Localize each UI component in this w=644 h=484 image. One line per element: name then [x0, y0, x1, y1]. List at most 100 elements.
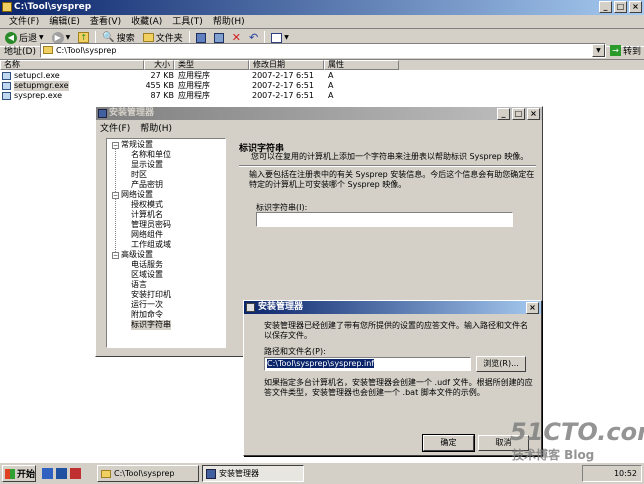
setup-manager-title: 安装管理器	[109, 108, 155, 118]
task-setup-manager[interactable]: 安装管理器	[202, 465, 304, 482]
address-input[interactable]: C:\Tool\sysprep ▼	[39, 42, 606, 58]
tree-item[interactable]: 授权模式	[131, 200, 163, 210]
tree-line	[115, 147, 116, 252]
tree-item[interactable]: 时区	[131, 170, 147, 180]
column-attr[interactable]: 属性	[324, 60, 399, 70]
go-label: 转到	[622, 46, 641, 57]
quicklaunch-ie-icon[interactable]	[56, 468, 67, 479]
tree-general[interactable]: 常规设置	[121, 140, 153, 150]
column-type[interactable]: 类型	[174, 60, 249, 70]
file-name: sysprep.exe	[14, 91, 62, 100]
minimize-button[interactable]: _	[497, 108, 510, 120]
setup-manager-menu: 文件(F) 帮助(H)	[100, 121, 172, 134]
menu-help[interactable]: 帮助(H)	[140, 121, 172, 134]
clock[interactable]: 10:52	[614, 469, 637, 478]
dialog-title: 安装管理器	[258, 302, 304, 312]
collapse-icon[interactable]: −	[112, 192, 119, 199]
explorer-title-bar[interactable]: C:\Tool\sysprep _ □ ×	[0, 0, 644, 15]
dialog-note: 如果指定多台计算机名，安装管理器会创建一个 .udf 文件。根据所创建的应答文件…	[264, 378, 533, 397]
tree-item[interactable]: 名称和单位	[131, 150, 171, 160]
setup-manager-title-bar[interactable]: 安装管理器 _ □ ×	[96, 107, 542, 120]
file-row[interactable]: setupcl.exe 27 KB 应用程序 2007-2-17 6:51 A	[0, 71, 400, 81]
menu-help[interactable]: 帮助(H)	[208, 15, 250, 29]
task-explorer[interactable]: C:\Tool\sysprep	[97, 465, 199, 482]
tree-item[interactable]: 显示设置	[131, 160, 163, 170]
menu-favorites[interactable]: 收藏(A)	[126, 15, 167, 29]
column-size[interactable]: 大小	[144, 60, 174, 70]
file-row[interactable]: sysprep.exe 87 KB 应用程序 2007-2-17 6:51 A	[0, 91, 400, 101]
tree-item[interactable]: 安装打印机	[131, 290, 171, 300]
ok-button[interactable]: 确定	[422, 434, 475, 452]
menu-file[interactable]: 文件(F)	[4, 15, 44, 29]
taskbar: 开始 C:\Tool\sysprep 安装管理器 10:52	[0, 462, 644, 484]
start-label: 开始	[17, 470, 36, 480]
tree-item-selected[interactable]: 标识字符串	[131, 320, 171, 330]
menu-view[interactable]: 查看(V)	[85, 15, 126, 29]
menu-tools[interactable]: 工具(T)	[167, 15, 208, 29]
quicklaunch-app-icon[interactable]	[70, 468, 81, 479]
chevron-down-icon: ▼	[284, 34, 289, 41]
watermark-top: 51CTO.com	[510, 418, 644, 446]
maximize-button[interactable]: □	[614, 1, 627, 13]
go-button[interactable]: → 转到	[609, 44, 641, 57]
folder-icon	[42, 46, 53, 54]
close-button[interactable]: ×	[527, 108, 540, 120]
quicklaunch-desktop-icon[interactable]	[42, 468, 53, 479]
tree-item[interactable]: 管理员密码	[131, 220, 171, 230]
list-header: 名称 大小 类型 修改日期 属性	[0, 60, 644, 70]
tree-item[interactable]: 工作组或域	[131, 240, 171, 250]
identification-input[interactable]	[256, 212, 513, 227]
menu-file[interactable]: 文件(F)	[100, 121, 130, 134]
browse-button[interactable]: 浏览(R)...	[476, 356, 526, 372]
file-type: 应用程序	[178, 81, 210, 90]
system-tray: 10:52	[582, 465, 642, 482]
path-value: C:\Tool\sysprep\sysprep.inf	[267, 359, 375, 368]
exe-icon	[2, 92, 11, 100]
file-row[interactable]: setupmgr.exe 455 KB 应用程序 2007-2-17 6:51 …	[0, 81, 400, 91]
tree-advanced[interactable]: 高级设置	[121, 250, 153, 260]
close-button[interactable]: ×	[526, 302, 539, 314]
dialog-title-bar[interactable]: 安装管理器 ×	[244, 301, 541, 314]
explorer-title: C:\Tool\sysprep	[14, 2, 92, 12]
collapse-icon[interactable]: −	[112, 142, 119, 149]
tree-network[interactable]: 网络设置	[121, 190, 153, 200]
explorer-menu-bar: 文件(F) 编辑(E) 查看(V) 收藏(A) 工具(T) 帮助(H)	[0, 15, 644, 29]
tree-item[interactable]: 附加命令	[131, 310, 163, 320]
setup-manager-icon	[206, 468, 216, 479]
chevron-down-icon: ▼	[65, 34, 71, 41]
file-size: 87 KB	[150, 91, 174, 100]
file-size: 455 KB	[145, 81, 174, 90]
go-arrow-icon: →	[609, 44, 621, 56]
file-date: 2007-2-17 6:51	[252, 81, 314, 90]
column-date[interactable]: 修改日期	[249, 60, 324, 70]
file-name: setupmgr.exe	[14, 81, 69, 91]
minimize-button[interactable]: _	[599, 1, 612, 13]
menu-edit[interactable]: 编辑(E)	[44, 15, 85, 29]
tree-item[interactable]: 计算机名	[131, 210, 163, 220]
tree-item[interactable]: 电话服务	[131, 260, 163, 270]
tree-item[interactable]: 运行一次	[131, 300, 163, 310]
path-input[interactable]: C:\Tool\sysprep\sysprep.inf	[264, 357, 471, 371]
close-button[interactable]: ×	[629, 1, 642, 13]
windows-logo-icon	[5, 468, 15, 479]
start-button[interactable]: 开始	[2, 465, 36, 482]
setup-manager-icon	[98, 109, 107, 118]
pane-body: 输入要包括在注册表中的有关 Sysprep 安装信息。今后这个信息会有助您确定在…	[249, 170, 535, 189]
task-setup-manager-label: 安装管理器	[219, 469, 259, 478]
file-date: 2007-2-17 6:51	[252, 91, 314, 100]
chevron-down-icon: ▼	[39, 34, 44, 41]
tree-item[interactable]: 区域设置	[131, 270, 163, 280]
maximize-button[interactable]: □	[512, 108, 525, 120]
address-label: 地址(D)	[4, 46, 36, 57]
tree-item[interactable]: 网络组件	[131, 230, 163, 240]
file-attr: A	[328, 81, 334, 90]
chevron-down-icon[interactable]: ▼	[591, 43, 605, 57]
address-bar: 地址(D) C:\Tool\sysprep ▼ → 转到	[0, 41, 644, 59]
collapse-icon[interactable]: −	[112, 252, 119, 259]
tree-item[interactable]: 产品密钥	[131, 180, 163, 190]
file-attr: A	[328, 71, 334, 80]
column-name[interactable]: 名称	[0, 60, 144, 70]
exe-icon	[2, 82, 11, 90]
tree-item[interactable]: 语言	[131, 280, 147, 290]
address-value: C:\Tool\sysprep	[55, 45, 117, 55]
